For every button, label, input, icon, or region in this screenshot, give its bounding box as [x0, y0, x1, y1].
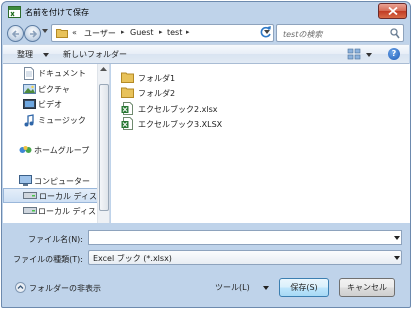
- filetype-select[interactable]: Excel ブック (*.xlsx): [88, 250, 402, 265]
- list-item[interactable]: エクセルブック3.XLSX: [121, 117, 341, 131]
- breadcrumb-test[interactable]: test: [167, 28, 182, 37]
- list-item[interactable]: フォルダ1: [121, 71, 341, 85]
- drive-icon: [23, 207, 37, 214]
- video-icon: [23, 99, 36, 109]
- new-folder-button[interactable]: 新しいフォルダー: [63, 49, 127, 60]
- tools-menu[interactable]: ツール(L): [215, 280, 273, 295]
- window-title: 名前を付けて保存: [25, 8, 89, 17]
- close-button[interactable]: [378, 3, 407, 19]
- search-placeholder: testの検索: [283, 30, 323, 39]
- file-name: エクセルブック2.xlsx: [138, 105, 218, 114]
- list-item[interactable]: エクセルブック2.xlsx: [121, 102, 341, 116]
- search-input[interactable]: testの検索: [276, 24, 404, 42]
- scrollbar-thumb[interactable]: [99, 84, 109, 211]
- excel-file-icon: [121, 117, 133, 130]
- refresh-button[interactable]: [259, 25, 273, 40]
- organize-button[interactable]: 整理: [17, 49, 33, 60]
- nav-item-local-disk-d[interactable]: ローカル ディス: [3, 204, 109, 219]
- nav-item-label: ドキュメント: [38, 69, 86, 78]
- nav-item-documents[interactable]: ドキュメント: [3, 66, 109, 81]
- nav-item-videos[interactable]: ビデオ: [3, 97, 109, 112]
- computer-icon: [19, 175, 32, 186]
- forward-button[interactable]: [24, 25, 41, 42]
- nav-item-label: ビデオ: [38, 100, 62, 109]
- address-overflow[interactable]: «: [72, 28, 77, 37]
- title-bar: 名前を付けて保存: [2, 2, 410, 22]
- filename-field[interactable]: [88, 230, 402, 245]
- nav-item-label: ローカル ディス: [39, 192, 97, 201]
- organize-dropdown-icon[interactable]: [43, 53, 49, 57]
- folder-icon: [121, 72, 134, 83]
- search-icon[interactable]: [390, 28, 400, 39]
- refresh-icon: [260, 26, 271, 38]
- breadcrumb-separator-icon[interactable]: ▸: [121, 28, 125, 36]
- nav-item-label: ピクチャ: [38, 85, 70, 94]
- close-icon: [388, 7, 398, 15]
- folder-icon: [56, 29, 68, 38]
- nav-item-music[interactable]: ミュージック: [3, 113, 109, 128]
- cancel-button[interactable]: キャンセル: [339, 278, 395, 297]
- file-list: フォルダ1 フォルダ2 エクセルブック2.xlsx エクセルブック3.XLSX: [111, 64, 410, 223]
- excel-file-icon: [121, 102, 133, 115]
- nav-item-label: ミュージック: [38, 116, 86, 125]
- back-arrow-icon: [11, 30, 19, 38]
- filetype-value: Excel ブック (*.xlsx): [93, 254, 172, 263]
- tools-dropdown-icon: [263, 286, 269, 290]
- tools-label: ツール(L): [215, 283, 250, 292]
- drive-icon: [23, 192, 37, 199]
- breadcrumb-separator-icon[interactable]: ▸: [186, 28, 190, 36]
- command-bar: 整理 新しいフォルダー ?: [3, 44, 409, 64]
- file-name: フォルダ1: [138, 74, 176, 83]
- document-icon: [24, 67, 34, 80]
- save-options-panel: ファイル名(N): ファイルの種類(T): Excel ブック (*.xlsx)…: [3, 224, 409, 307]
- nav-item-homegroup[interactable]: ホームグループ: [3, 143, 109, 158]
- hide-folders-label: フォルダーの非表示: [29, 284, 101, 293]
- nav-item-local-disk-c[interactable]: ローカル ディス: [3, 188, 109, 203]
- nav-item-pictures[interactable]: ピクチャ: [3, 82, 109, 97]
- navigation-pane: ドキュメント ピクチャ ビデオ ミュージック ホームグループ コンピューター ロ…: [3, 64, 110, 223]
- back-button[interactable]: [7, 25, 24, 42]
- music-icon: [24, 114, 34, 127]
- nav-item-computer[interactable]: コンピューター: [3, 174, 109, 189]
- scroll-up-icon[interactable]: [100, 67, 107, 71]
- navigation-scrollbar[interactable]: [97, 64, 109, 223]
- folder-icon: [121, 87, 134, 98]
- forward-arrow-icon: [30, 30, 38, 38]
- file-name: エクセルブック3.XLSX: [138, 120, 223, 129]
- filename-label: ファイル名(N):: [28, 235, 83, 244]
- homegroup-icon: [19, 146, 32, 153]
- nav-item-label: ローカル ディス: [38, 207, 96, 216]
- filetype-dropdown-icon[interactable]: [394, 256, 400, 260]
- filename-dropdown-icon[interactable]: [394, 236, 400, 240]
- change-view-icon[interactable]: [347, 48, 361, 60]
- view-dropdown-icon[interactable]: [366, 53, 372, 57]
- save-button[interactable]: 保存(S): [279, 278, 329, 297]
- address-bar[interactable]: « ユーザー ▸ Guest ▸ test ▸: [51, 24, 274, 42]
- chevron-up-icon: [15, 282, 26, 293]
- filetype-label: ファイルの種類(T):: [13, 255, 83, 264]
- save-as-dialog: 名前を付けて保存 « ユーザー ▸ Guest ▸ test ▸ testの検索…: [1, 1, 411, 308]
- picture-icon: [23, 84, 36, 94]
- breadcrumb-guest[interactable]: Guest: [130, 28, 154, 37]
- list-item[interactable]: フォルダ2: [121, 86, 341, 100]
- excel-app-icon: [8, 6, 21, 18]
- nav-item-label: ホームグループ: [34, 146, 90, 155]
- nav-item-label: コンピューター: [34, 177, 90, 186]
- file-name: フォルダ2: [138, 89, 176, 98]
- recent-pages-dropdown-icon[interactable]: [42, 29, 48, 33]
- breadcrumb-users[interactable]: ユーザー: [84, 28, 116, 39]
- help-button[interactable]: ?: [388, 48, 400, 60]
- breadcrumb-separator-icon[interactable]: ▸: [159, 28, 163, 36]
